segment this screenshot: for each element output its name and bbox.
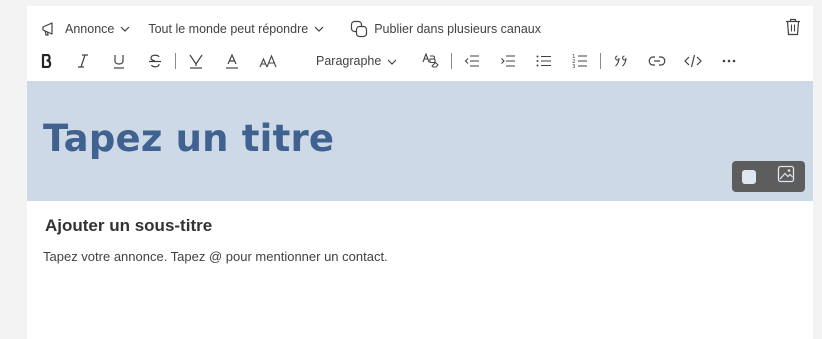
numbered-list-button[interactable]: 123: [562, 48, 598, 74]
format-toolbar: Paragraphe 123: [27, 48, 813, 74]
delete-button[interactable]: [785, 18, 801, 41]
bold-icon: [41, 54, 53, 68]
message-body-input[interactable]: Tapez votre annonce. Tapez @ pour mentio…: [43, 249, 388, 264]
italic-icon: [77, 54, 89, 68]
bold-button[interactable]: [29, 48, 65, 74]
banner-tools: [732, 161, 805, 192]
font-size-icon: [259, 54, 277, 68]
multi-channel-button[interactable]: Publier dans plusieurs canaux: [346, 17, 545, 41]
toolbar-divider: [451, 53, 453, 69]
paragraph-style-dropdown[interactable]: Paragraphe: [308, 48, 405, 74]
subtitle-input[interactable]: Ajouter un sous-titre: [45, 216, 212, 236]
chevron-down-icon: [387, 54, 397, 68]
italic-button[interactable]: [65, 48, 101, 74]
outdent-icon: [464, 55, 480, 67]
clear-format-button[interactable]: [413, 48, 449, 74]
more-icon: [722, 59, 736, 63]
megaphone-icon: [41, 21, 59, 37]
bulleted-list-icon: [536, 55, 552, 67]
reply-setting-label: Tout le monde peut répondre: [148, 22, 309, 36]
toolbar-divider: [600, 53, 602, 69]
font-color-icon: [225, 53, 239, 69]
chevron-down-icon: [314, 26, 324, 32]
highlight-button[interactable]: [178, 48, 214, 74]
link-icon: [648, 56, 666, 66]
underline-button[interactable]: [101, 48, 137, 74]
post-type-dropdown[interactable]: Annonce: [37, 17, 134, 41]
quote-button[interactable]: [603, 48, 639, 74]
reply-setting-dropdown[interactable]: Tout le monde peut répondre: [144, 17, 328, 41]
chevron-down-icon: [120, 26, 130, 32]
link-button[interactable]: [639, 48, 675, 74]
title-input[interactable]: Tapez un titre: [43, 117, 334, 160]
more-options-button[interactable]: [711, 48, 747, 74]
multi-channel-icon: [350, 20, 368, 38]
toolbar-divider: [175, 53, 176, 69]
indent-button[interactable]: [490, 48, 526, 74]
trash-icon: [785, 18, 801, 40]
paragraph-style-label: Paragraphe: [316, 54, 382, 68]
post-type-label: Annonce: [65, 22, 115, 36]
underline-icon: [113, 54, 125, 69]
code-icon: [684, 54, 703, 68]
bulleted-list-button[interactable]: [526, 48, 562, 74]
outdent-button[interactable]: [454, 48, 490, 74]
compose-options-bar: Annonce Tout le monde peut répondre Publ…: [27, 16, 813, 42]
title-banner: Tapez un titre: [27, 81, 813, 201]
strikethrough-button[interactable]: [137, 48, 173, 74]
compose-card: Annonce Tout le monde peut répondre Publ…: [27, 6, 813, 339]
highlight-icon: [189, 54, 203, 69]
indent-icon: [500, 55, 516, 67]
numbered-list-icon: 123: [572, 53, 588, 69]
banner-image-button[interactable]: [777, 165, 795, 188]
format-paint-icon: [422, 53, 440, 69]
multi-channel-label: Publier dans plusieurs canaux: [374, 22, 541, 36]
font-size-button[interactable]: [250, 48, 286, 74]
svg-text:3: 3: [572, 64, 576, 69]
strikethrough-icon: [148, 54, 162, 68]
image-icon: [777, 165, 795, 188]
font-color-button[interactable]: [214, 48, 250, 74]
code-button[interactable]: [675, 48, 711, 74]
banner-color-button[interactable]: [742, 169, 757, 184]
quote-icon: [614, 55, 628, 67]
